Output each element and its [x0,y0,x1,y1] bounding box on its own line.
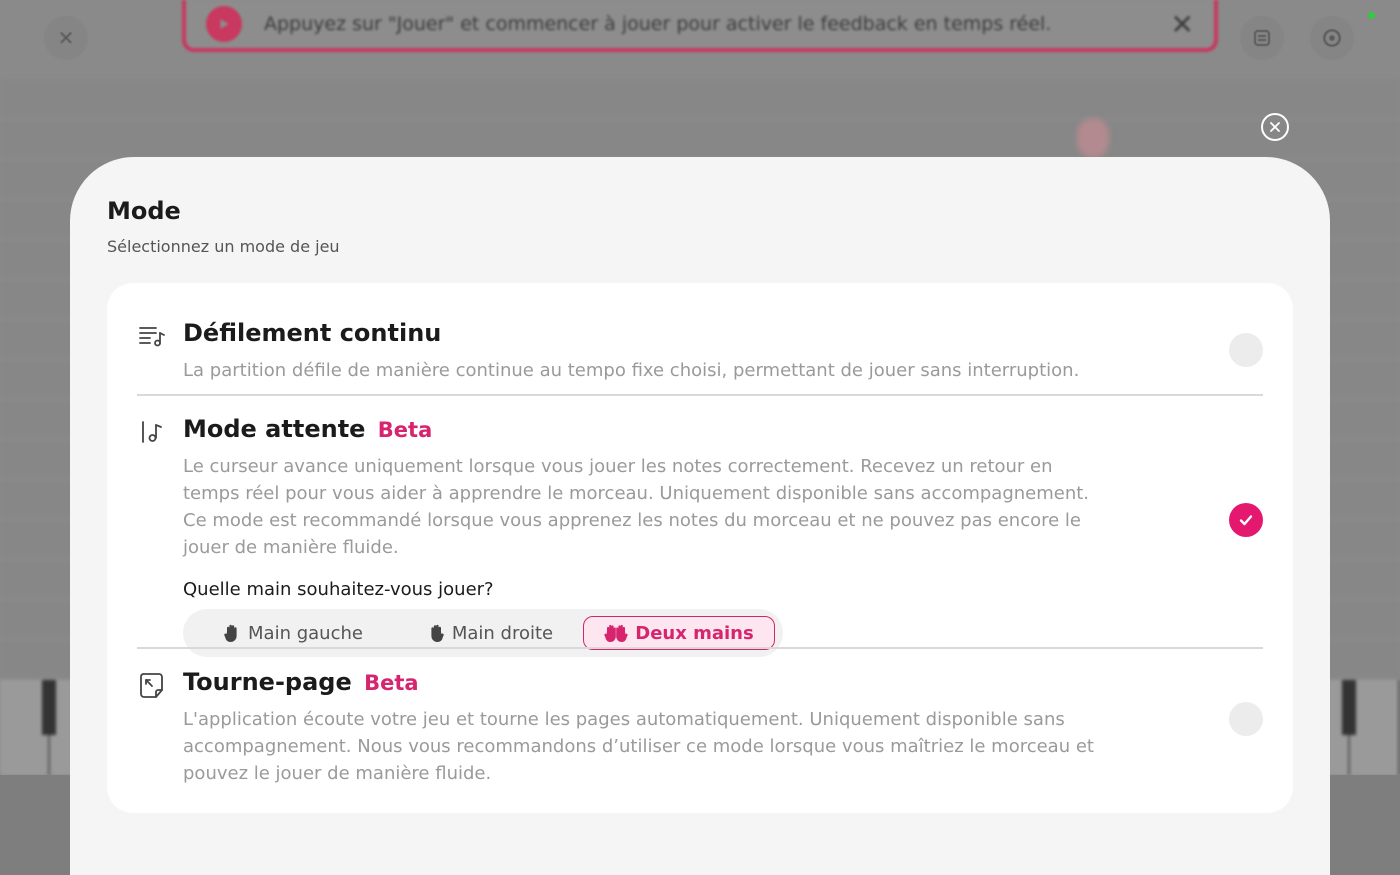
modal-close-button[interactable] [1261,113,1289,141]
playback-cursor [1077,118,1109,158]
close-icon: ✕ [44,16,88,60]
divider [137,394,1263,396]
mode-options-card: Défilement continu La partition défile d… [107,283,1293,813]
settings-icon [1310,16,1354,60]
sheet-title: Mode [107,197,181,225]
option-page-turn[interactable]: Tourne-page Beta L'application écoute vo… [137,668,1263,788]
close-icon [1270,122,1280,132]
cursor-note-icon [137,417,169,449]
option-title: Mode attente Beta [183,415,433,443]
mode-sheet: Mode Sélectionnez un mode de jeu Défilem… [70,157,1330,875]
banner-close-icon: ✕ [1170,7,1194,41]
radio-unselected[interactable] [1229,702,1263,736]
option-continuous-scroll[interactable]: Défilement continu La partition défile d… [137,319,1263,395]
scroll-list-icon [137,321,169,353]
option-title: Tourne-page Beta [183,668,419,696]
banner-text: Appuyez sur "Jouer" et commencer à jouer… [264,13,1052,35]
beta-badge: Beta [377,418,433,442]
hand-selector: Main gauche Main droite Deux mains [183,609,783,657]
hand-icon [224,624,237,642]
option-description: La partition défile de manière continue … [183,360,1080,381]
option-wait-mode[interactable]: Mode attente Beta Le curseur avance uniq… [137,415,1263,657]
divider [137,647,1263,649]
option-title: Défilement continu [183,319,442,347]
status-dot [1368,12,1375,19]
hand-icon [431,624,444,642]
both-hands-button[interactable]: Deux mains [583,616,775,650]
hand-question: Quelle main souhaitez-vous jouer? [183,579,494,600]
option-description: L'application écoute votre jeu et tourne… [183,709,1094,784]
list-icon [1240,16,1284,60]
both-hands-icon [604,624,628,643]
play-icon [206,6,242,42]
sheet-subtitle: Sélectionnez un mode de jeu [107,237,340,256]
radio-selected-check-icon[interactable] [1229,503,1263,537]
beta-badge: Beta [364,671,419,695]
left-hand-button[interactable]: Main gauche [213,616,373,650]
page-turn-icon [137,670,169,702]
radio-unselected[interactable] [1229,333,1263,367]
right-hand-button[interactable]: Main droite [415,616,565,650]
feedback-banner: Appuyez sur "Jouer" et commencer à jouer… [182,0,1218,52]
option-description: Le curseur avance uniquement lorsque vou… [183,456,1090,558]
